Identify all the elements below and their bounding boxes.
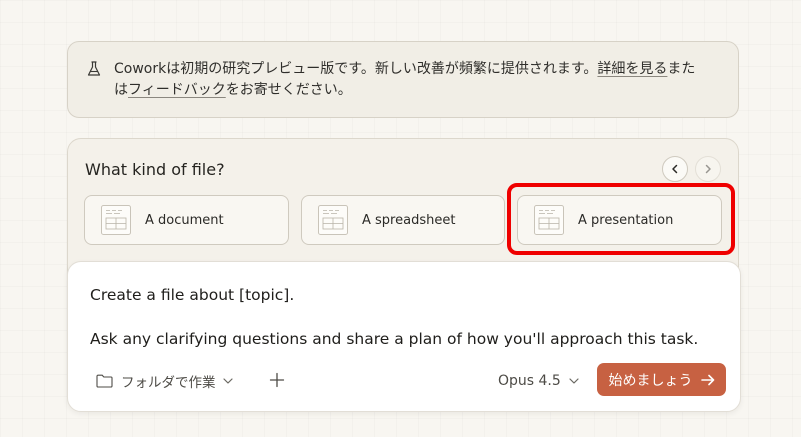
option-label: A presentation: [578, 212, 674, 228]
plus-icon: [269, 372, 285, 388]
file-icon: [101, 205, 131, 235]
prompt-text-line[interactable]: Ask any clarifying questions and share a…: [90, 330, 698, 348]
arrow-right-icon: [700, 374, 714, 385]
start-button[interactable]: 始めましょう: [597, 363, 726, 396]
option-label: A spreadsheet: [362, 212, 456, 228]
option-spreadsheet[interactable]: A spreadsheet: [301, 195, 505, 245]
notice-text-part: をお寄せください。: [225, 82, 352, 98]
notice-text-part: Coworkは初期の研究プレビュー版です。新しい改善が頻繁に提供されます。: [114, 61, 598, 77]
chevron-right-icon: [705, 164, 711, 174]
prompt-card[interactable]: Create a file about [topic]. Ask any cla…: [67, 261, 741, 412]
option-document[interactable]: A document: [84, 195, 289, 245]
option-presentation[interactable]: A presentation: [517, 195, 722, 245]
chevron-left-icon: [672, 164, 678, 174]
file-icon: [318, 205, 348, 235]
notice-text: Coworkは初期の研究プレビュー版です。新しい改善が頻繁に提供されます。詳細を…: [114, 59, 714, 101]
chevron-down-icon: [569, 378, 579, 384]
prompt-text-line[interactable]: Create a file about [topic].: [90, 286, 294, 304]
folder-label: フォルダで作業: [121, 375, 216, 391]
file-icon: [534, 205, 564, 235]
work-in-folder-button[interactable]: フォルダで作業: [96, 369, 233, 393]
chevron-down-icon: [222, 378, 233, 384]
option-label: A document: [145, 212, 224, 228]
model-label: Opus 4.5: [498, 373, 561, 389]
preview-notice: Coworkは初期の研究プレビュー版です。新しい改善が頻繁に提供されます。詳細を…: [67, 41, 739, 118]
next-button[interactable]: [695, 156, 721, 182]
start-label: 始めましょう: [608, 372, 693, 389]
notice-text-part: また: [667, 61, 696, 77]
panel-title: What kind of file?: [85, 160, 225, 179]
notice-text-part: は: [114, 82, 128, 98]
previous-button[interactable]: [662, 156, 688, 182]
add-attachment-button[interactable]: [267, 370, 287, 390]
feedback-link[interactable]: フィードバック: [128, 82, 226, 98]
details-link[interactable]: 詳細を見る: [597, 61, 667, 77]
model-selector[interactable]: Opus 4.5: [498, 369, 579, 393]
folder-icon: [96, 374, 113, 388]
flask-icon: [87, 61, 101, 76]
